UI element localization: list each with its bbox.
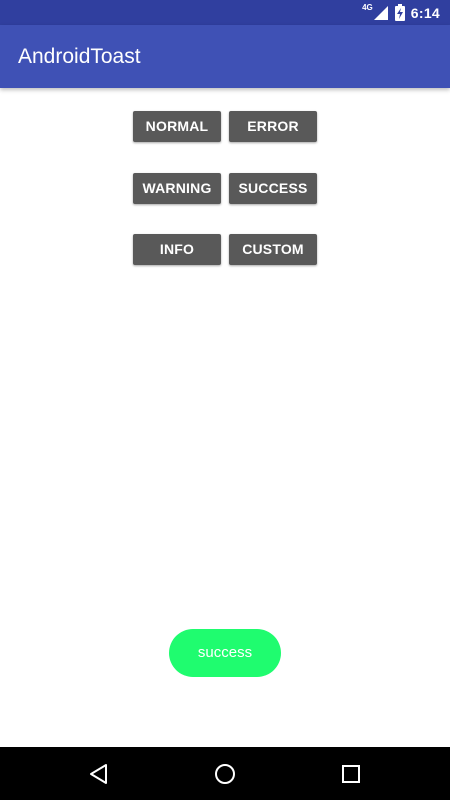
info-button[interactable]: INFO <box>133 234 221 265</box>
warning-button[interactable]: WARNING <box>133 173 221 204</box>
navigation-bar <box>0 747 450 800</box>
signal-icon <box>373 5 389 21</box>
battery-charging-icon <box>394 4 405 21</box>
network-type-label: 4G <box>362 3 373 12</box>
success-button[interactable]: SUCCESS <box>229 173 317 204</box>
recents-icon[interactable] <box>336 759 366 789</box>
success-toast: success <box>169 629 281 677</box>
status-icons: 4G 6:14 <box>362 0 440 25</box>
error-button[interactable]: ERROR <box>229 111 317 142</box>
normal-button[interactable]: NORMAL <box>133 111 221 142</box>
app-title: AndroidToast <box>18 45 141 68</box>
back-icon[interactable] <box>84 759 114 789</box>
screen: 4G 6:14 AndroidToast NORMAL ERROR WARNIN… <box>0 0 450 800</box>
clock: 6:14 <box>410 4 440 21</box>
app-bar: AndroidToast <box>0 25 450 88</box>
custom-button[interactable]: CUSTOM <box>229 234 317 265</box>
status-bar: 4G 6:14 <box>0 0 450 25</box>
home-icon[interactable] <box>210 759 240 789</box>
